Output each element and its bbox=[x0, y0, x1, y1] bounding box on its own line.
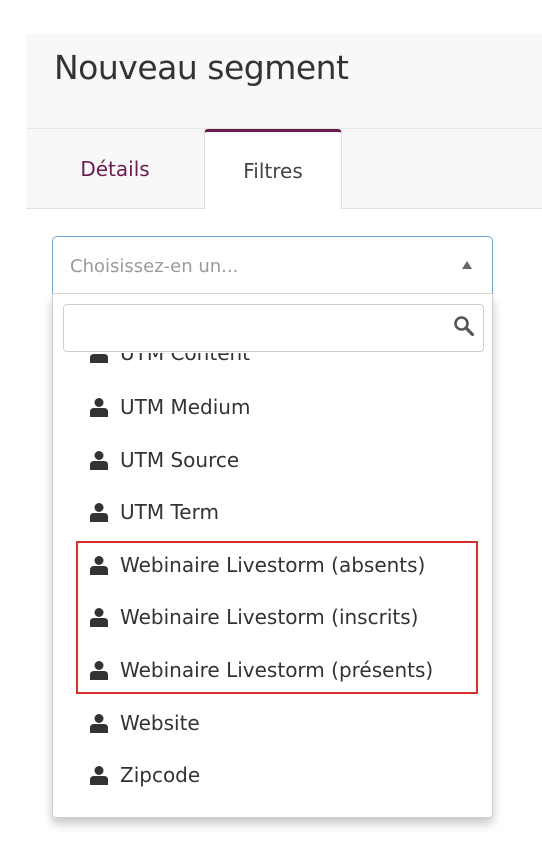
user-icon bbox=[90, 608, 108, 627]
user-icon bbox=[90, 766, 108, 785]
search-icon bbox=[454, 316, 475, 337]
options-list: UTM Content UTM Medium UTM Source UTM Te… bbox=[53, 353, 492, 817]
option-webinaire-absents[interactable]: Webinaire Livestorm (absents) bbox=[89, 545, 425, 585]
select-dropdown: UTM Content UTM Medium UTM Source UTM Te… bbox=[52, 294, 493, 818]
option-webinaire-presents[interactable]: Webinaire Livestorm (présents) bbox=[89, 650, 433, 690]
option-utm-medium[interactable]: UTM Medium bbox=[89, 387, 250, 427]
user-icon bbox=[90, 503, 108, 522]
option-utm-term[interactable]: UTM Term bbox=[89, 492, 219, 532]
option-zipcode[interactable]: Zipcode bbox=[89, 755, 200, 795]
option-label: Webinaire Livestorm (inscrits) bbox=[120, 605, 419, 629]
user-icon bbox=[90, 556, 108, 575]
option-label: UTM Term bbox=[120, 500, 219, 524]
tab-filters[interactable]: Filtres bbox=[204, 129, 342, 209]
option-label: Zipcode bbox=[120, 763, 201, 787]
caret-up-icon[interactable] bbox=[462, 261, 472, 269]
option-label: Webinaire Livestorm (absents) bbox=[120, 553, 426, 577]
option-label: UTM Content bbox=[120, 353, 251, 365]
page-title: Nouveau segment bbox=[54, 48, 349, 87]
user-icon bbox=[90, 714, 108, 733]
filter-select[interactable]: Choisissez-en un... bbox=[52, 236, 493, 294]
option-label: Website bbox=[120, 711, 200, 735]
tabs-bar: Détails Filtres bbox=[26, 129, 542, 209]
option-utm-source[interactable]: UTM Source bbox=[89, 440, 239, 480]
search-input[interactable] bbox=[63, 304, 484, 352]
option-label: UTM Source bbox=[120, 448, 240, 472]
page-header: Nouveau segment bbox=[26, 34, 542, 129]
tab-details[interactable]: Détails bbox=[62, 129, 168, 208]
option-website[interactable]: Website bbox=[89, 703, 200, 743]
option-label: UTM Medium bbox=[120, 395, 251, 419]
user-icon bbox=[90, 354, 108, 363]
select-placeholder: Choisissez-en un... bbox=[70, 256, 239, 277]
option-webinaire-inscrits[interactable]: Webinaire Livestorm (inscrits) bbox=[89, 597, 418, 637]
option-utm-content[interactable]: UTM Content bbox=[89, 353, 250, 373]
user-icon bbox=[90, 398, 108, 417]
user-icon bbox=[90, 451, 108, 470]
user-icon bbox=[90, 661, 108, 680]
option-label: Webinaire Livestorm (présents) bbox=[120, 658, 434, 682]
